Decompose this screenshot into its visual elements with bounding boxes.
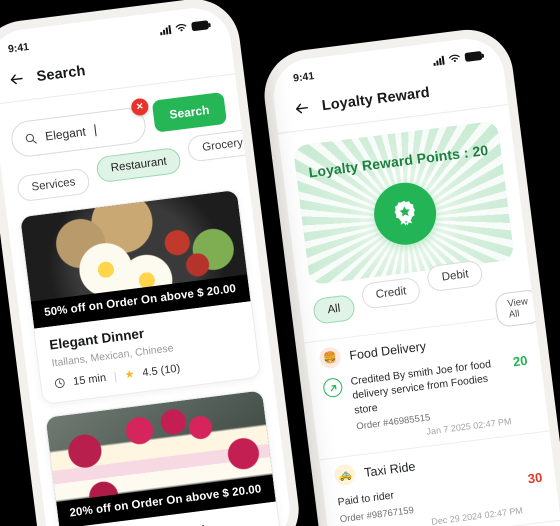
result-delivery-time: 15 min [72,371,107,388]
page-title: Search [35,62,87,85]
transaction-category: Taxi Ride [363,459,417,480]
phone-mockup-loyalty: 9:41 Loyalty Reward Loyalty Reward Point… [259,24,560,526]
page-title: Loyalty Reward [320,84,431,114]
battery-icon [191,19,210,31]
transaction-amount: 30 [526,470,544,487]
search-icon [25,133,37,144]
search-input-value: Elegant [44,124,87,144]
loyalty-points-card: Loyalty Reward Points : 20 [292,120,515,286]
search-button[interactable]: Search [151,91,228,133]
transaction-body: Credited By smith Joe for food delivery … [322,353,535,450]
screenshot-stage: 9:41 Search Elegant ✕ Search Services Re… [0,0,560,526]
result-rating: 4.5 (10) [141,362,181,379]
result-card[interactable]: 20% off on Order On above $ 20.00 The Fo… [44,389,284,526]
transaction-amount: 20 [512,352,529,370]
clock-icon [54,378,65,388]
status-time: 9:41 [292,70,315,85]
screen-loyalty: 9:41 Loyalty Reward Loyalty Reward Point… [269,34,560,526]
back-arrow-icon[interactable] [292,99,311,118]
arrow-up-right-icon [322,377,344,399]
text-caret [93,124,97,137]
burger-icon: 🍔 [318,346,342,370]
clear-search-button[interactable]: ✕ [130,97,150,117]
transaction-detail: Credited By smith Joe for food delivery … [350,356,512,446]
status-icons [433,50,483,66]
wifi-icon [448,54,460,62]
wifi-icon [175,23,187,32]
signal-bars-icon [433,55,445,66]
result-card[interactable]: 50% off on Order On above $ 20.00 Elegan… [19,188,262,405]
transaction-list: 🍔 Food Delivery Credited By smith Joe fo… [304,313,560,526]
phone-mockup-search: 9:41 Search Elegant ✕ Search Services Re… [0,0,305,526]
meta-separator: | [113,370,118,383]
star-icon: ★ [123,368,136,382]
status-icons [159,19,210,35]
transaction-category: Food Delivery [348,338,427,363]
back-arrow-icon[interactable] [7,70,26,89]
signal-bars-icon [159,24,172,35]
screen-search: 9:41 Search Elegant ✕ Search Services Re… [0,3,295,526]
result-image-foodies-elegant: 20% off on Order On above $ 20.00 [45,390,276,526]
filter-chip-all[interactable]: All [312,293,356,325]
battery-icon [464,50,483,62]
taxi-icon: 🚕 [333,463,357,488]
search-results-list: 50% off on Order On above $ 20.00 Elegan… [5,173,294,526]
filter-chip-restaurant[interactable]: Restaurant [95,146,183,184]
filter-chip-credit[interactable]: Credit [360,276,422,310]
status-time: 9:41 [7,40,30,56]
